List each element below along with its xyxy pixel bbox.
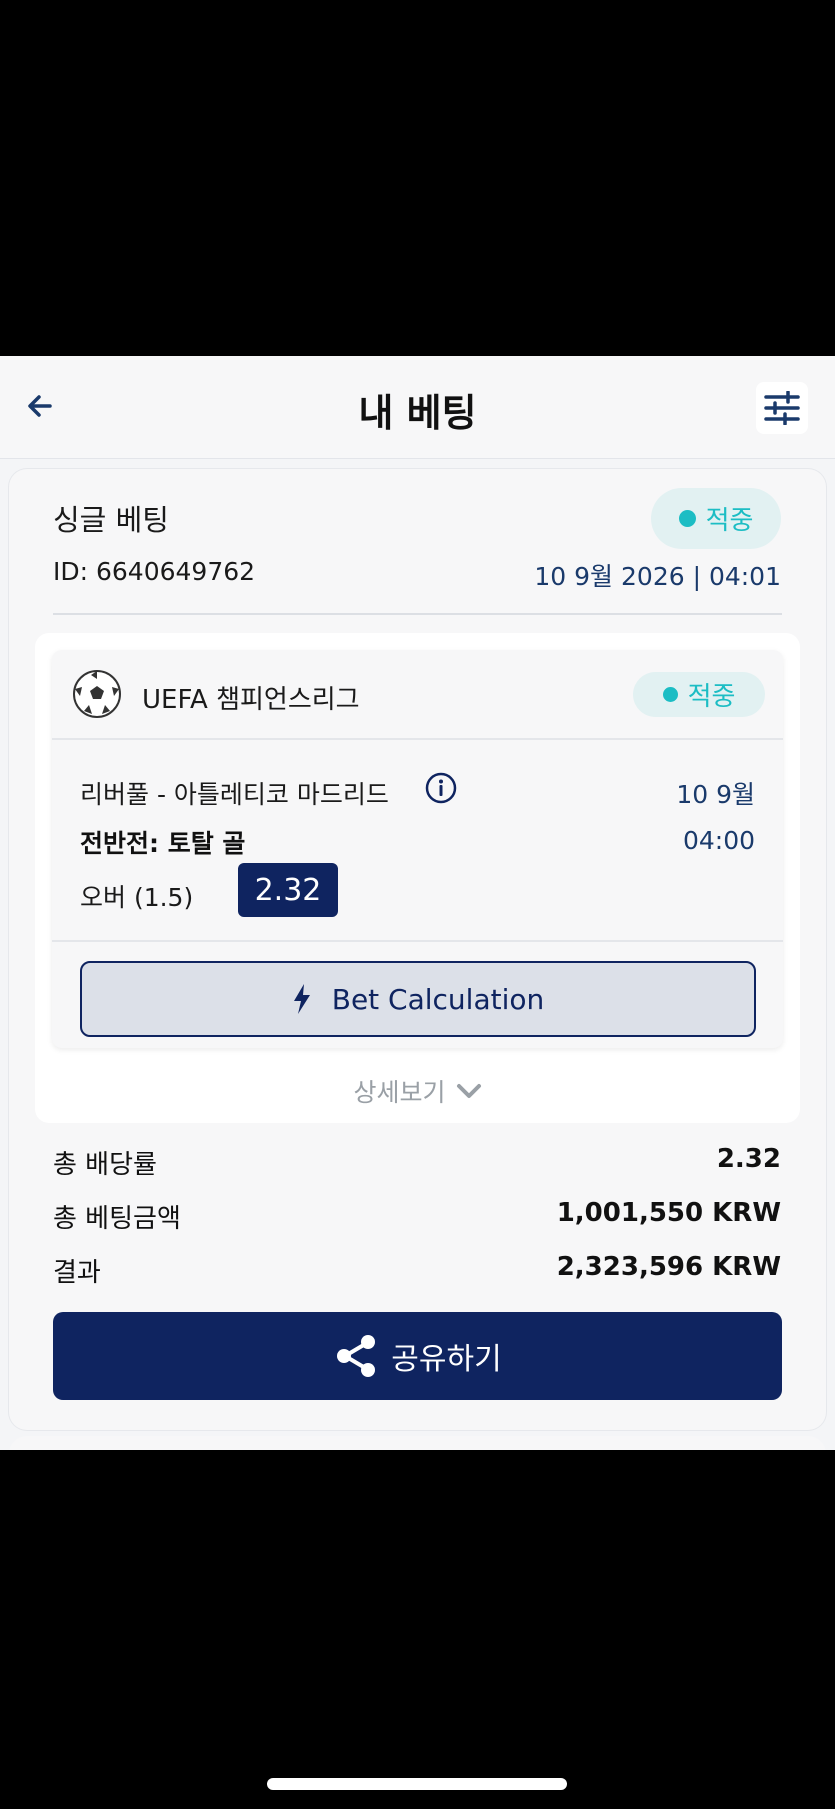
bet-calculation-button[interactable]: Bet Calculation — [80, 961, 756, 1037]
info-icon[interactable] — [424, 771, 458, 805]
bet-id: ID: 6640649762 — [53, 557, 256, 586]
lightning-icon — [293, 984, 310, 1014]
page-title: 내 베팅 — [358, 391, 477, 435]
top-bar: 내 베팅 — [0, 356, 835, 459]
bet-datetime: 10 9월 2026 | 04:01 — [534, 562, 781, 591]
sliders-icon — [764, 391, 800, 425]
home-indicator[interactable] — [267, 1778, 567, 1790]
next-bet-card[interactable] — [9, 1436, 826, 1450]
chevron-down-icon — [456, 1084, 481, 1098]
bet-card: 싱글 베팅 적중 ID: 6640649762 10 9월 2026 | 04:… — [9, 469, 826, 1430]
details-label: 상세보기 — [353, 1078, 446, 1107]
app-screen: 내 베팅 싱글 베팅 적중 ID: 6640649762 10 9월 2026 … — [0, 356, 835, 1450]
bet-status-badge: 적중 — [651, 488, 781, 549]
bet-calculation-label: Bet Calculation — [331, 982, 545, 1016]
details-toggle[interactable]: 상세보기 — [35, 1073, 800, 1109]
filter-button[interactable] — [756, 382, 808, 434]
bet-status-text: 적중 — [705, 506, 754, 536]
bet-type: 싱글 베팅 — [53, 503, 169, 537]
status-dot-icon — [678, 510, 696, 527]
